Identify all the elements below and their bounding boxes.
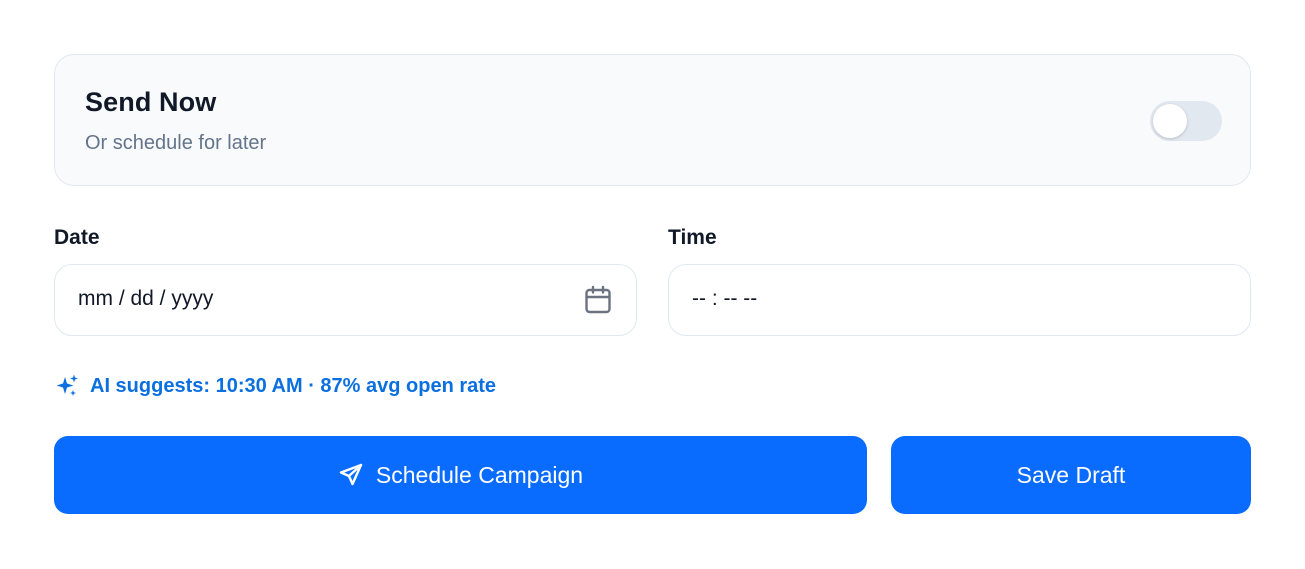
send-now-title: Send Now xyxy=(85,87,217,117)
send-now-subtitle: Or schedule for later xyxy=(85,132,267,154)
time-field: Time -- : -- -- xyxy=(668,226,1251,336)
date-field: Date mm / dd / yyyy xyxy=(54,226,637,336)
date-placeholder: mm / dd / yyyy xyxy=(78,287,214,310)
ai-suggestion: AI suggests: 10:30 AM · 87% avg open rat… xyxy=(54,372,496,400)
schedule-campaign-button[interactable]: Schedule Campaign xyxy=(54,436,867,514)
sparkles-icon xyxy=(56,374,78,396)
schedule-fields: Date mm / dd / yyyy Time -- : -- -- xyxy=(54,226,1251,336)
schedule-campaign-label: Schedule Campaign xyxy=(375,461,584,488)
time-placeholder: -- : -- -- xyxy=(692,287,758,310)
schedule-panel: Send Now Or schedule for later Date mm /… xyxy=(54,54,1251,514)
time-label: Time xyxy=(668,226,717,249)
ai-suggestion-text: AI suggests: 10:30 AM · 87% avg open rat… xyxy=(90,374,497,397)
date-label: Date xyxy=(54,226,100,249)
date-input[interactable]: mm / dd / yyyy xyxy=(54,264,637,336)
send-now-toggle[interactable] xyxy=(1150,101,1222,141)
toggle-knob xyxy=(1153,104,1187,138)
save-draft-label: Save Draft xyxy=(1016,461,1126,488)
save-draft-button[interactable]: Save Draft xyxy=(891,436,1251,514)
calendar-icon[interactable] xyxy=(584,285,612,315)
time-input[interactable]: -- : -- -- xyxy=(668,264,1251,336)
paper-plane-icon xyxy=(339,463,363,486)
send-now-card: Send Now Or schedule for later xyxy=(54,54,1251,186)
